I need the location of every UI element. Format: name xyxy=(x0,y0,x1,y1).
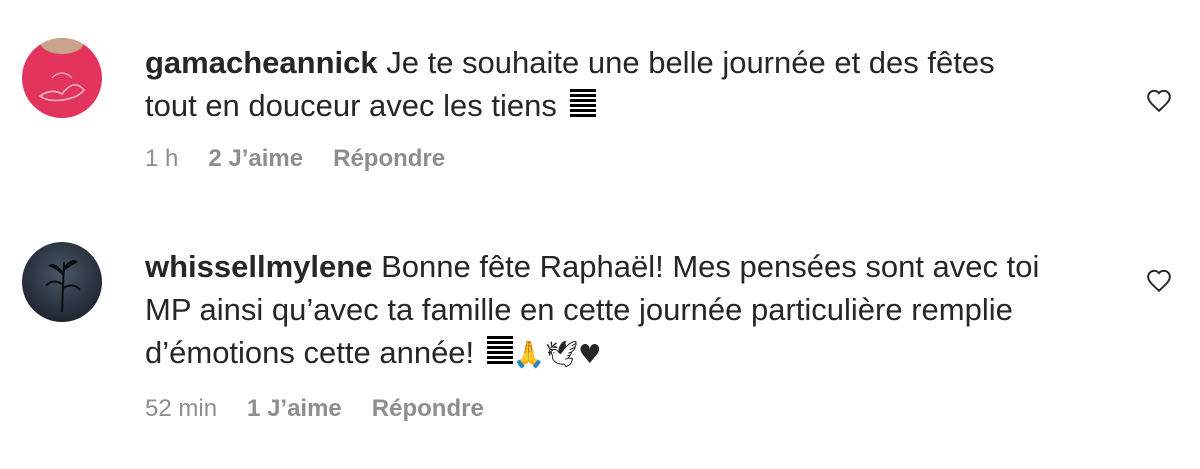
likes-count[interactable]: 1 J’aime xyxy=(247,395,342,423)
avatar[interactable] xyxy=(22,242,102,322)
comment-text: whissellmylene Bonne fête Raphaël! Mes p… xyxy=(145,245,1045,377)
timestamp: 52 min xyxy=(145,395,218,422)
comment-text: gamacheannick Je te souhaite une belle j… xyxy=(145,41,1045,127)
username[interactable]: whissellmylene xyxy=(145,249,372,284)
comment-body: gamacheannick Je te souhaite une belle j… xyxy=(145,41,1045,173)
striped-flag-icon xyxy=(569,89,596,119)
heart-outline-icon[interactable] xyxy=(1146,88,1172,114)
comment-body: whissellmylene Bonne fête Raphaël! Mes p… xyxy=(145,245,1045,423)
reply-button[interactable]: Répondre xyxy=(372,395,484,423)
comment-meta: 1 h 2 J’aime Répondre xyxy=(145,145,1045,173)
reply-button[interactable]: Répondre xyxy=(333,145,445,173)
avatar[interactable] xyxy=(22,38,102,118)
timestamp: 1 h xyxy=(145,145,179,172)
comment-meta: 52 min 1 J’aime Répondre xyxy=(145,395,1045,423)
emoji-sequence: 🙏🕊♥ xyxy=(512,340,602,370)
likes-count[interactable]: 2 J’aime xyxy=(208,145,303,173)
username[interactable]: gamacheannick xyxy=(145,45,378,80)
striped-flag-icon xyxy=(486,336,513,366)
heart-outline-icon[interactable] xyxy=(1146,268,1172,294)
